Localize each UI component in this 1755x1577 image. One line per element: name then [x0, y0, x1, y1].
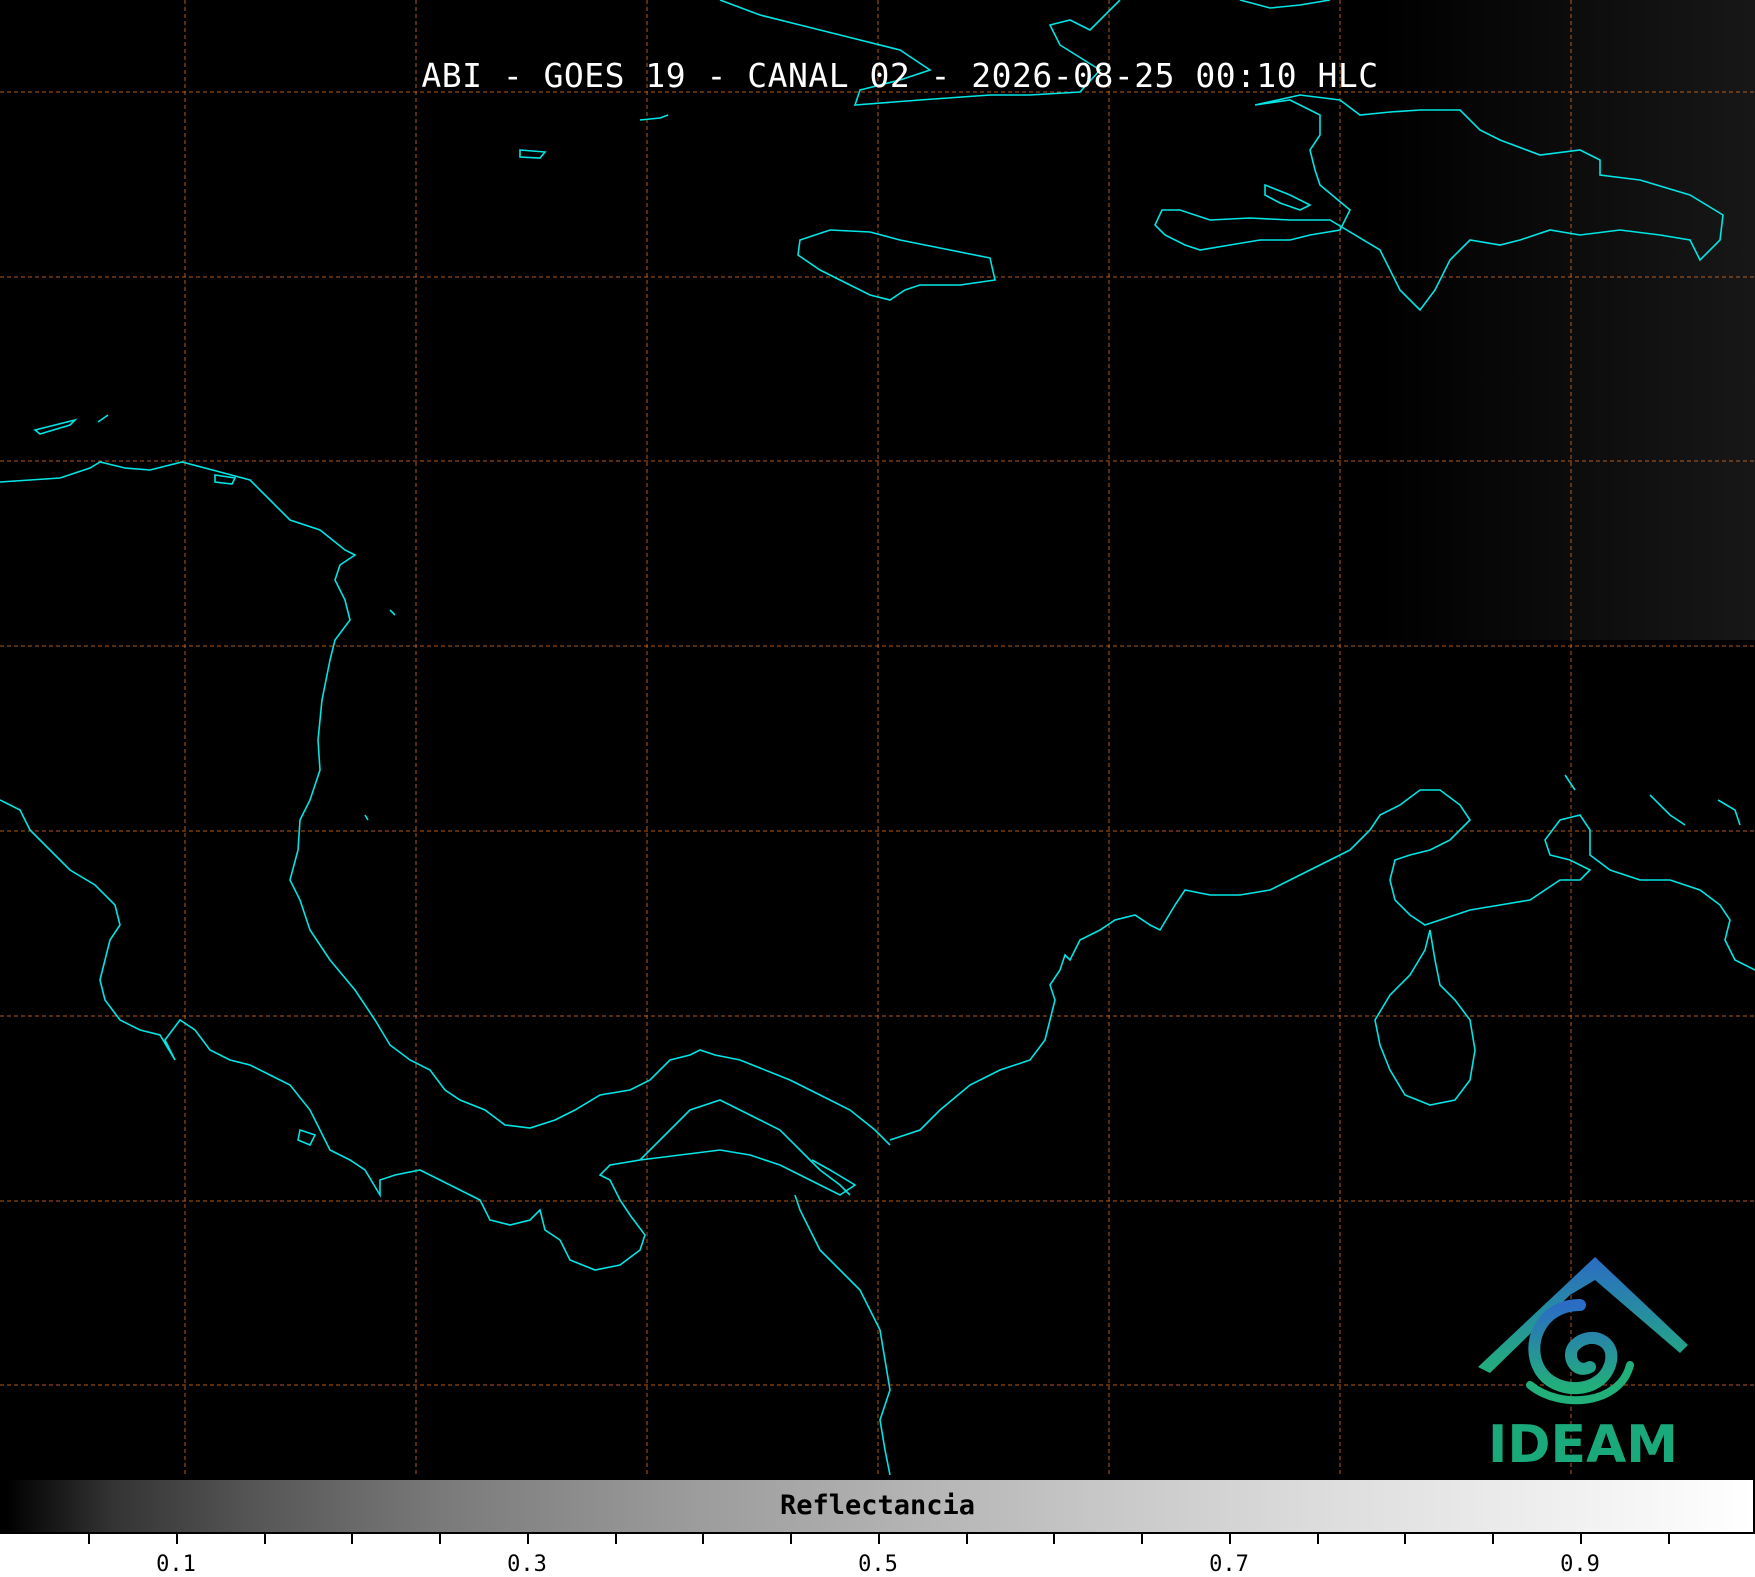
- colorbar-tick-label: 0.3: [507, 1552, 547, 1577]
- coast-cays-north: [519, 114, 669, 159]
- map-title: ABI - GOES 19 - CANAL 02 - 2026-08-25 00…: [421, 56, 1379, 95]
- coast-yucatan: [0, 461, 891, 1146]
- colorbar-tick-label: 0.1: [156, 1552, 196, 1577]
- satellite-map: ABI - GOES 19 - CANAL 02 - 2026-08-25 00…: [0, 0, 1755, 1475]
- colorbar-tick: [1316, 1534, 1319, 1544]
- colorbar-tick: [965, 1534, 968, 1544]
- colorbar-tick-label: 0.7: [1209, 1552, 1249, 1577]
- coast-cuba-islands: [33, 414, 109, 435]
- colorbar-tick: [351, 1534, 354, 1544]
- ideam-emblem-icon: [1478, 1257, 1688, 1405]
- coast-jamaica: [797, 229, 996, 301]
- colorbar-tick: [88, 1534, 90, 1544]
- coast-pacific-central-america: [0, 799, 857, 1271]
- colorbar-tick: [263, 1534, 266, 1544]
- coast-aruba-curacao: [1564, 774, 1741, 826]
- colorbar-tick: [1228, 1534, 1231, 1544]
- colorbar-tick: [1579, 1534, 1582, 1544]
- colorbar-tick: [439, 1534, 441, 1544]
- coast-gulf-fonseca-islands: [297, 1128, 317, 1147]
- twilight-shading: [1380, 0, 1755, 640]
- colorbar-tick-label: 0.9: [1560, 1552, 1600, 1577]
- colorbar-tick: [702, 1534, 705, 1544]
- colorbar-tick: [1404, 1534, 1407, 1544]
- colorbar-tick-label: 0.5: [858, 1552, 898, 1577]
- coast-cuba-east: [1239, 0, 1331, 9]
- colorbar-tick: [526, 1534, 529, 1544]
- colorbar-tick: [1667, 1534, 1670, 1544]
- colorbar-tick: [790, 1534, 792, 1544]
- coast-san-andres: [364, 609, 396, 821]
- logo-text: IDEAM: [1488, 1415, 1679, 1475]
- coast-panama-pacific: [639, 1099, 891, 1475]
- colorbar-tick: [1492, 1534, 1494, 1544]
- coast-lake-maracaibo: [1374, 929, 1476, 1106]
- colorbar-label: Reflectancia: [779, 1490, 976, 1521]
- ideam-logo: IDEAM: [1470, 1255, 1690, 1475]
- colorbar-tick: [614, 1534, 617, 1544]
- map-canvas: [0, 0, 1755, 1475]
- coast-colombia-caribbean: [889, 789, 1755, 1141]
- coast-isla-cozumel: [214, 474, 237, 485]
- coast-gonave: [1264, 183, 1312, 211]
- colorbar-tick: [1141, 1534, 1143, 1544]
- colorbar-tick: [175, 1534, 178, 1544]
- colorbar-tick: [1053, 1534, 1056, 1544]
- colorbar-tick: [877, 1534, 880, 1544]
